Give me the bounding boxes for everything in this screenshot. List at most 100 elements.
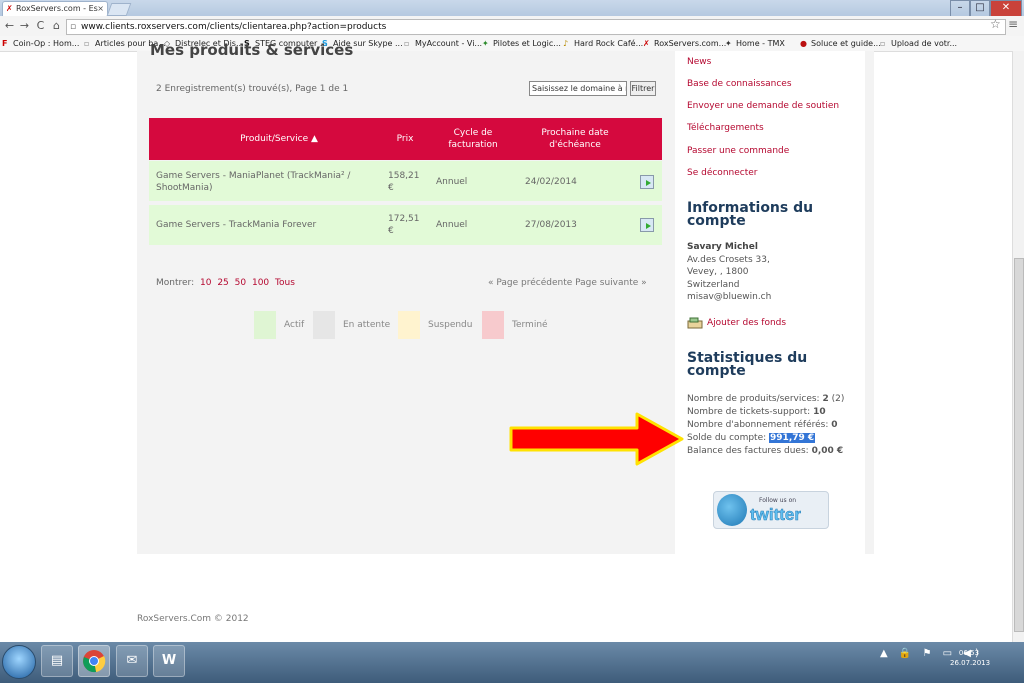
reload-icon[interactable]: C: [34, 16, 47, 36]
bookmark-item[interactable]: F Coin-Op : Hom...: [2, 37, 79, 50]
filter-button[interactable]: Filtrer: [630, 81, 656, 96]
legend-swatch-terminated: [482, 311, 504, 339]
page-title: Mes produits & services: [150, 41, 354, 59]
account-email: misav@bluewin.ch: [687, 292, 772, 302]
bookmark-item[interactable]: ▫ MyAccount - Vi...: [404, 37, 482, 50]
bookmark-favicon-icon: F: [2, 39, 8, 48]
url-field[interactable]: ▫ www.clients.roxservers.com/clients/cli…: [66, 19, 1006, 35]
page-size-option[interactable]: 100: [252, 278, 269, 288]
page-size-selector: Montrer: 10 25 50 100 Tous: [156, 278, 295, 288]
page-icon: ▫: [880, 39, 886, 48]
billing-cycle: Annuel: [436, 220, 468, 230]
due-date: 27/08/2013: [525, 220, 577, 230]
restore-button[interactable]: □: [970, 0, 990, 17]
folder-icon[interactable]: ▤: [41, 645, 73, 677]
back-icon[interactable]: ←: [3, 16, 16, 36]
tab-close-icon[interactable]: ×: [97, 2, 104, 16]
legend-label-pending: En attente: [343, 320, 391, 330]
account-stats-heading: Statistiques du compte: [687, 350, 808, 379]
start-button[interactable]: [2, 645, 36, 679]
stat-due-invoices: Balance des factures dues: 0,00 €: [687, 446, 844, 456]
price: 158,21 €: [388, 171, 420, 193]
column-header-cycle[interactable]: Cycle de facturation: [437, 127, 509, 151]
thunderbird-icon[interactable]: ✉: [116, 645, 148, 677]
legend-label-terminated: Terminé: [512, 320, 548, 330]
account-address-line: Switzerland: [687, 280, 740, 290]
show-label: Montrer:: [156, 278, 195, 288]
column-header-product[interactable]: Produit/Service ▲: [199, 133, 359, 145]
tab-bar: [0, 0, 1024, 16]
word-icon[interactable]: W: [153, 645, 185, 677]
sidebar-link-support-ticket[interactable]: Envoyer une demande de soutien: [687, 101, 839, 111]
roxservers-favicon-icon: ✗: [6, 4, 13, 13]
minimize-button[interactable]: –: [950, 0, 970, 17]
menu-icon[interactable]: ≡: [1008, 17, 1018, 31]
sidebar-link-news[interactable]: News: [687, 57, 711, 67]
scrollbar-thumb[interactable]: [1014, 258, 1024, 632]
pagination[interactable]: « Page précédente Page suivante »: [488, 278, 647, 288]
sidebar-link-logout[interactable]: Se déconnecter: [687, 168, 757, 178]
column-header-due-date[interactable]: Prochaine date d'échéance: [521, 127, 629, 151]
add-funds-link[interactable]: Ajouter des fonds: [707, 318, 786, 328]
table-row[interactable]: Game Servers - ManiaPlanet (TrackMania² …: [149, 161, 662, 201]
tab-title: RoxServers.com - Es: [16, 4, 98, 13]
bookmark-item[interactable]: ✗ RoxServers.com...: [643, 37, 726, 50]
billing-cycle: Annuel: [436, 177, 468, 187]
table-row[interactable]: Game Servers - TrackMania Forever 172,51…: [149, 205, 662, 245]
clock[interactable]: 06:53 26.07.2013: [950, 648, 991, 668]
bookmark-star-icon[interactable]: ☆: [990, 17, 1001, 31]
forward-icon[interactable]: →: [18, 16, 31, 36]
close-window-button[interactable]: ✕: [990, 0, 1022, 17]
chrome-icon[interactable]: [78, 645, 110, 677]
sidebar-link-order[interactable]: Passer une commande: [687, 146, 789, 156]
product-name[interactable]: Game Servers - ManiaPlanet (TrackMania² …: [156, 170, 376, 194]
bookmark-favicon-icon: ●: [800, 39, 807, 48]
legend-label-active: Actif: [284, 320, 305, 330]
account-address-line: Av.des Crosets 33,: [687, 255, 770, 265]
url-text: www.clients.roxservers.com/clients/clien…: [81, 22, 387, 32]
sidebar-link-knowledgebase[interactable]: Base de connaissances: [687, 79, 792, 89]
bookmark-item[interactable]: ▫ Upload de votr...: [880, 37, 957, 50]
roxservers-favicon-icon: ✗: [643, 39, 650, 48]
bookmark-item[interactable]: ♪ Hard Rock Café...: [563, 37, 643, 50]
bookmark-favicon-icon: ✦: [725, 39, 732, 48]
bookmark-item[interactable]: ● Soluce et guide...: [800, 37, 881, 50]
bookmark-favicon-icon: ♪: [563, 39, 569, 48]
account-address-line: Vevey, , 1800: [687, 267, 749, 277]
bookmark-item[interactable]: ✦ Home - TMX: [725, 37, 785, 50]
view-details-icon[interactable]: [640, 175, 654, 189]
red-arrow-annotation: [509, 411, 684, 470]
bookmark-item[interactable]: ✦ Pilotes et Logic...: [482, 37, 561, 50]
home-icon[interactable]: ⌂: [50, 16, 63, 36]
clock-date: 26.07.2013: [950, 659, 991, 667]
stat-referrals: Nombre d'abonnement référés: 0: [687, 420, 838, 430]
page-size-option[interactable]: 50: [235, 278, 246, 288]
bookmark-favicon-icon: ✦: [482, 39, 489, 48]
twitter-bird-icon: [717, 494, 747, 526]
product-name[interactable]: Game Servers - TrackMania Forever: [156, 219, 376, 231]
view-details-icon[interactable]: [640, 218, 654, 232]
add-funds-icon: [687, 317, 703, 329]
stat-balance: Solde du compte: 991,79 €: [687, 433, 816, 443]
account-info-heading: Informations du compte: [687, 200, 814, 229]
page-size-option[interactable]: 10: [200, 278, 211, 288]
sidebar-link-downloads[interactable]: Téléchargements: [687, 123, 764, 133]
page-size-option[interactable]: 25: [217, 278, 228, 288]
stat-tickets: Nombre de tickets-support: 10: [687, 407, 826, 417]
legend-swatch-active: [254, 311, 276, 339]
page-icon: ▫: [84, 39, 90, 48]
table-header: Produit/Service ▲ Prix Cycle de facturat…: [149, 118, 662, 160]
browser-tab[interactable]: ✗ RoxServers.com - Es ×: [2, 1, 108, 17]
page-icon: ▫: [404, 39, 410, 48]
price: 172,51 €: [388, 214, 420, 236]
page-size-option[interactable]: Tous: [275, 278, 295, 288]
column-header-price[interactable]: Prix: [387, 133, 423, 145]
twitter-follow-badge[interactable]: Follow us on twitter: [713, 491, 829, 529]
page-icon: ▫: [70, 22, 77, 32]
legend-label-suspended: Suspendu: [428, 320, 473, 330]
domain-filter-input[interactable]: Saisissez le domaine à re: [529, 81, 627, 96]
footer-copyright: RoxServers.Com © 2012: [137, 614, 249, 624]
record-count: 2 Enregistrement(s) trouvé(s), Page 1 de…: [156, 84, 349, 94]
balance-value: 991,79 €: [769, 433, 816, 443]
due-date: 24/02/2014: [525, 177, 577, 187]
